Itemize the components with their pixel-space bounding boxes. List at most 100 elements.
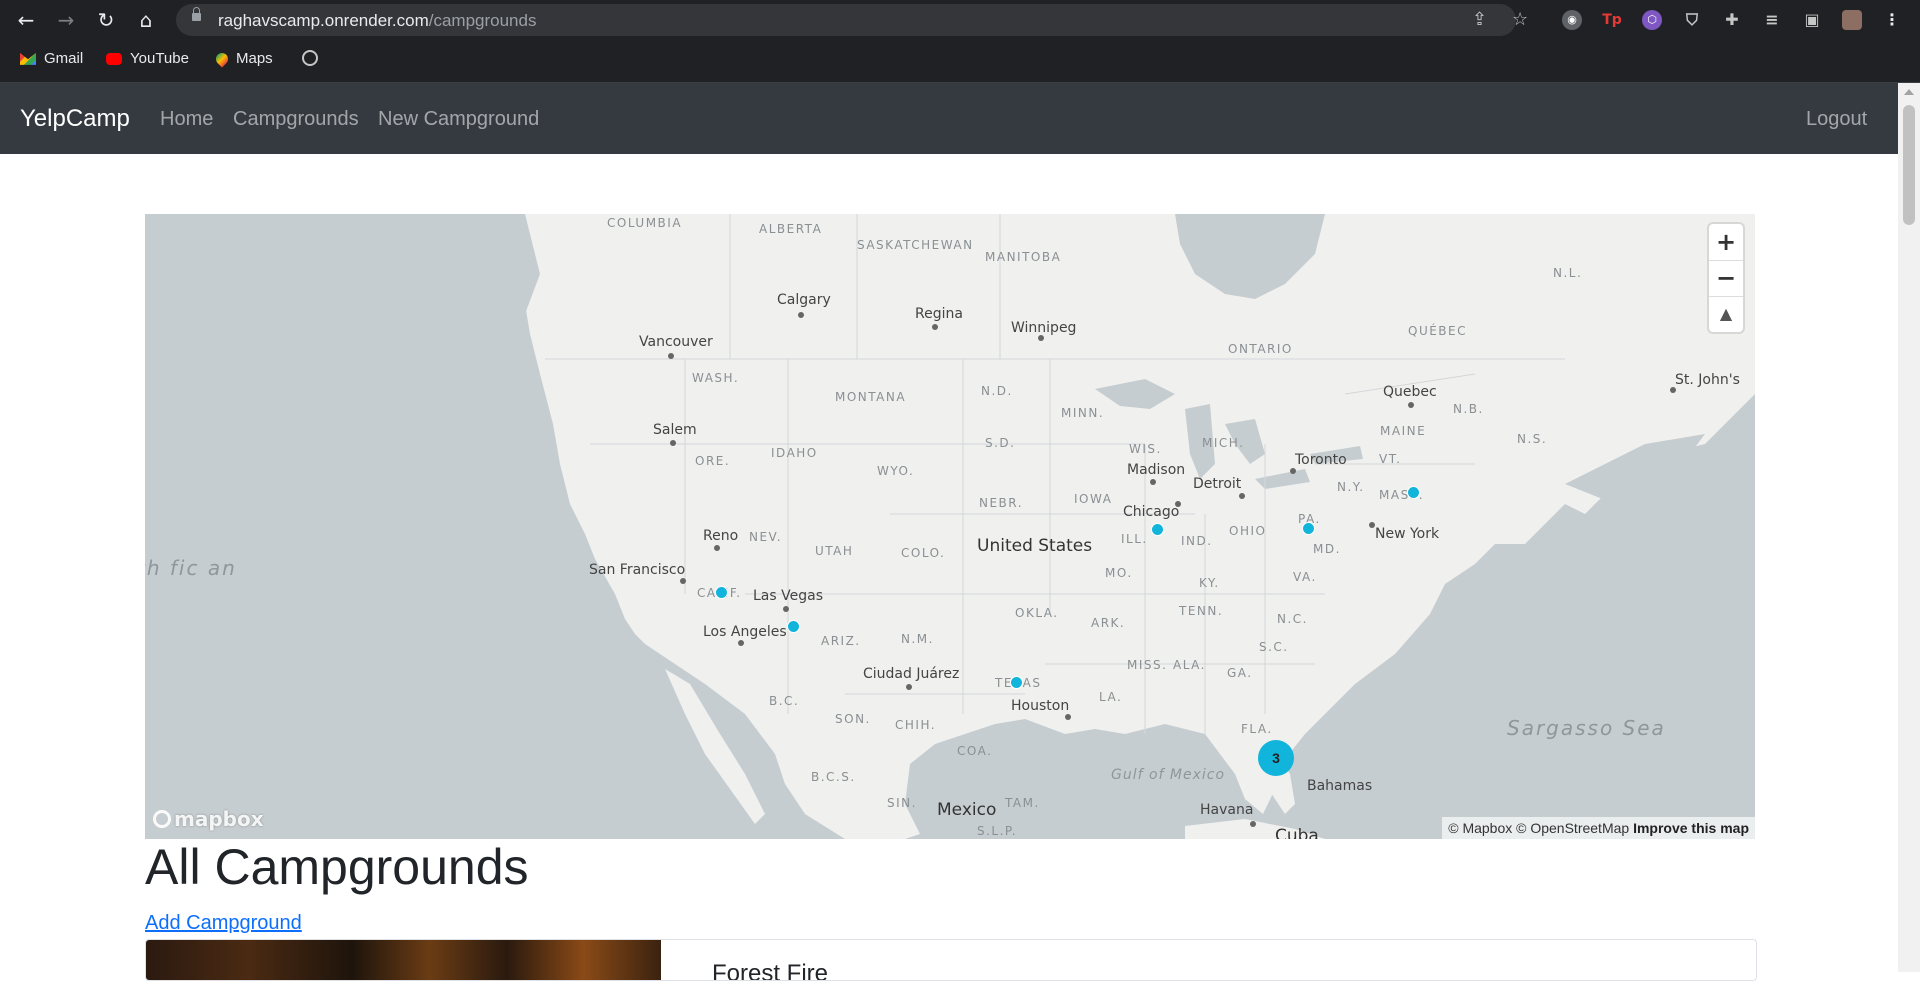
map-label-region: ILL. [1121, 532, 1148, 546]
side-panel-icon[interactable]: ▣ [1802, 10, 1822, 30]
city-dot [670, 440, 676, 446]
map-label-region: SIN. [887, 796, 917, 810]
extension-shield-icon[interactable]: ⛉ [1682, 10, 1702, 30]
reload-icon[interactable]: ↻ [94, 8, 118, 32]
nav-campgrounds[interactable]: Campgrounds [233, 108, 359, 131]
cluster-map[interactable]: COLUMBIA ALBERTA SASKATCHEWAN MANITOBA O… [145, 214, 1755, 839]
profile-avatar[interactable] [1842, 10, 1862, 30]
map-label-region: COLUMBIA [607, 216, 683, 230]
map-label-country: United States [977, 536, 1093, 556]
map-label-region: N.D. [981, 384, 1013, 398]
map-zoom-controls: + − ▲ [1709, 224, 1743, 332]
map-label-city: Quebec [1383, 384, 1437, 400]
map-label-city: Havana [1200, 802, 1254, 818]
zoom-out-button[interactable]: − [1709, 260, 1743, 296]
city-dot [932, 324, 938, 330]
mapbox-logo[interactable]: mapbox [153, 807, 264, 831]
map-label-region: WYO. [877, 464, 915, 478]
city-dot [1239, 493, 1245, 499]
campground-card-title: Forest Fire [712, 960, 829, 981]
globe-icon [302, 50, 318, 66]
map-label-region: N.S. [1517, 432, 1548, 446]
extension-shield-purple-icon[interactable]: ⬡ [1642, 10, 1662, 30]
address-bar[interactable]: raghavscamp.onrender.com/campgrounds ⇪ ☆ [176, 4, 1528, 36]
nav-home[interactable]: Home [160, 108, 213, 131]
map-label-region: ALBERTA [759, 222, 823, 236]
bookmark-youtube[interactable]: YouTube [106, 50, 189, 67]
city-dot [668, 353, 674, 359]
zoom-in-button[interactable]: + [1709, 224, 1743, 260]
map-label-region: WIS. [1129, 442, 1162, 456]
map-label-region: MAINE [1380, 424, 1427, 438]
compass-reset-icon[interactable]: ▲ [1709, 296, 1743, 332]
menu-kebab-icon[interactable]: ⋮ [1882, 10, 1902, 30]
map-label-sea: th fic an [145, 556, 237, 580]
map-label-city: Reno [703, 528, 739, 544]
brand-logo[interactable]: YelpCamp [20, 105, 130, 133]
back-arrow-icon[interactable]: ← [14, 8, 38, 32]
map-label-region: N.L. [1553, 266, 1583, 280]
forward-arrow-icon[interactable]: → [54, 8, 78, 32]
map-label-region: MO. [1105, 566, 1133, 580]
map-label-region: GA. [1227, 666, 1253, 680]
city-dot [798, 312, 804, 318]
map-label-city: Bahamas [1307, 778, 1373, 794]
home-icon[interactable]: ⌂ [134, 8, 158, 32]
attribution-text[interactable]: © Mapbox © OpenStreetMap [1448, 820, 1629, 836]
map-label-city: Detroit [1193, 476, 1242, 492]
bookmark-gmail[interactable]: Gmail [20, 50, 83, 67]
bookmark-star-icon[interactable]: ☆ [1512, 10, 1528, 30]
url-text[interactable]: raghavscamp.onrender.com/campgrounds [218, 11, 536, 31]
campground-image [146, 940, 661, 980]
scroll-thumb[interactable] [1903, 105, 1915, 225]
city-dot [1065, 714, 1071, 720]
map-label-city: San Francisco [589, 562, 686, 578]
extensions-puzzle-icon[interactable]: ✚ [1722, 10, 1742, 30]
map-label-region: ONTARIO [1228, 342, 1293, 356]
map-label-sea: Gulf of Mexico [1111, 767, 1226, 783]
lock-icon[interactable] [192, 7, 201, 21]
map-label-region: UTAH [815, 544, 854, 558]
map-label-region: ORE. [695, 454, 731, 468]
map-label-city: Calgary [777, 292, 831, 308]
bookmark-globe[interactable] [302, 50, 318, 66]
scroll-up-arrow-icon[interactable] [1904, 89, 1914, 95]
bookmark-maps[interactable]: Maps [213, 50, 273, 67]
extension-tp-icon[interactable]: Tp [1602, 10, 1622, 30]
campground-marker[interactable] [1407, 486, 1420, 499]
campground-cluster[interactable]: 3 [1258, 740, 1294, 776]
extension-icon[interactable]: ◉ [1562, 10, 1582, 30]
map-label-region: TAM. [1005, 796, 1040, 810]
nav-new-campground[interactable]: New Campground [378, 108, 539, 131]
map-label-city: Los Angeles [703, 624, 787, 640]
media-control-icon[interactable]: ≡ [1762, 10, 1782, 30]
map-label-region: ARK. [1091, 616, 1126, 630]
improve-map-link[interactable]: Improve this map [1633, 820, 1749, 836]
campground-marker[interactable] [1302, 522, 1315, 535]
map-label-region: NEV. [749, 530, 783, 544]
city-dot [1250, 821, 1256, 827]
map-label-region: IOWA [1074, 492, 1113, 506]
campground-marker[interactable] [787, 620, 800, 633]
site-navbar: YelpCamp Home Campgrounds New Campground… [0, 83, 1898, 154]
add-campground-link[interactable]: Add Campground [145, 912, 302, 935]
map-label-city: Toronto [1295, 452, 1347, 468]
map-label-city: Regina [915, 306, 963, 322]
campground-marker[interactable] [715, 586, 728, 599]
map-label-region: MANITOBA [985, 250, 1062, 264]
nav-logout[interactable]: Logout [1806, 108, 1867, 131]
mapbox-logo-icon [153, 810, 171, 828]
campground-marker[interactable] [1010, 676, 1023, 689]
map-label-city: Cuba [1275, 826, 1319, 839]
share-icon[interactable]: ⇪ [1472, 10, 1487, 30]
map-label-region: SASKATCHEWAN [857, 238, 974, 252]
page-scrollbar[interactable] [1898, 83, 1920, 972]
map-label-region: MISS. [1127, 658, 1168, 672]
map-label-city: Ciudad Juárez [863, 666, 960, 682]
map-label-region: OKLA. [1015, 606, 1059, 620]
city-dot [1150, 479, 1156, 485]
map-label-region: S.C. [1259, 640, 1289, 654]
campground-marker[interactable] [1151, 523, 1164, 536]
map-label-region: MD. [1313, 542, 1341, 556]
map-label-sea: Sargasso Sea [1507, 716, 1666, 740]
